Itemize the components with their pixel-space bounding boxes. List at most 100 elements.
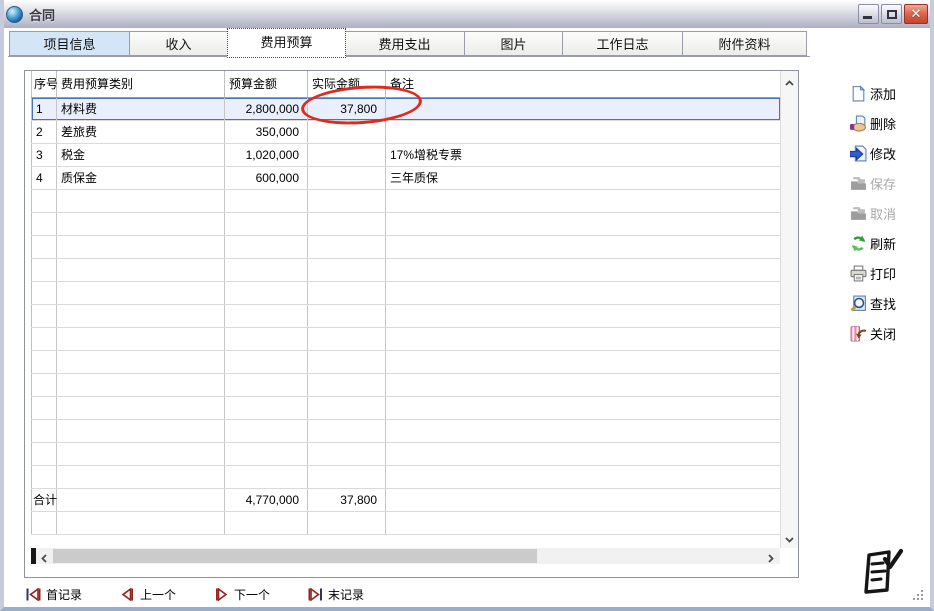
cell-budget[interactable] xyxy=(225,350,308,373)
table-row-empty[interactable] xyxy=(32,281,781,304)
tab-income[interactable]: 收入 xyxy=(130,31,228,56)
table-row-empty[interactable] xyxy=(32,373,781,396)
refresh-button[interactable]: 刷新 xyxy=(850,234,896,252)
cell-actual[interactable] xyxy=(308,120,386,143)
cell-category[interactable] xyxy=(57,511,225,534)
cell-remark[interactable] xyxy=(386,350,781,373)
table-row-empty[interactable] xyxy=(32,350,781,373)
table-row-empty[interactable] xyxy=(32,465,781,488)
cell-actual[interactable] xyxy=(308,143,386,166)
cell-remark[interactable] xyxy=(386,465,781,488)
cell-remark[interactable] xyxy=(386,327,781,350)
cell-no[interactable]: 3 xyxy=(32,143,57,166)
scroll-left-icon[interactable] xyxy=(39,551,50,562)
cell-budget[interactable] xyxy=(225,212,308,235)
cell-no[interactable] xyxy=(32,281,57,304)
table-row-3[interactable]: 3税金1,020,00017%增税专票 xyxy=(32,143,781,166)
tab-work-log[interactable]: 工作日志 xyxy=(563,31,683,56)
cell-category[interactable] xyxy=(57,327,225,350)
cell-category[interactable] xyxy=(57,442,225,465)
cell-remark[interactable] xyxy=(386,97,781,120)
tab-attachments[interactable]: 附件资料 xyxy=(683,31,807,56)
cell-category[interactable] xyxy=(57,281,225,304)
table-row-empty[interactable] xyxy=(32,511,781,534)
cell-category[interactable] xyxy=(57,373,225,396)
cell-no[interactable] xyxy=(32,189,57,212)
cell-no[interactable] xyxy=(32,511,57,534)
vertical-scrollbar[interactable] xyxy=(780,71,798,548)
cell-no[interactable] xyxy=(32,235,57,258)
cell-remark[interactable] xyxy=(386,419,781,442)
cell-remark[interactable] xyxy=(386,373,781,396)
cell-no[interactable] xyxy=(32,373,57,396)
cell-category[interactable]: 材料费 xyxy=(57,97,225,120)
cell-actual[interactable] xyxy=(308,350,386,373)
close-button[interactable]: 关闭 xyxy=(850,324,896,342)
cell-remark[interactable] xyxy=(386,281,781,304)
cell-budget[interactable] xyxy=(225,258,308,281)
cell-actual[interactable] xyxy=(308,189,386,212)
table-row-empty[interactable] xyxy=(32,442,781,465)
cell-actual[interactable] xyxy=(308,281,386,304)
cell-budget[interactable] xyxy=(225,304,308,327)
cell-no[interactable]: 1 xyxy=(32,97,57,120)
cell-no[interactable] xyxy=(32,327,57,350)
cell-actual[interactable] xyxy=(308,166,386,189)
delete-button[interactable]: 删除 xyxy=(850,114,896,132)
cell-no[interactable] xyxy=(32,465,57,488)
cell-budget[interactable]: 1,020,000 xyxy=(225,143,308,166)
first-record-button[interactable]: 首记录 xyxy=(26,586,82,603)
cell-budget[interactable] xyxy=(225,235,308,258)
cell-actual[interactable] xyxy=(308,235,386,258)
cell-no[interactable] xyxy=(32,419,57,442)
cell-budget[interactable] xyxy=(225,373,308,396)
table-row-4[interactable]: 4质保金600,000三年质保 xyxy=(32,166,781,189)
cell-no[interactable] xyxy=(32,258,57,281)
scroll-up-icon[interactable] xyxy=(784,76,795,87)
cell-actual[interactable]: 37,800 xyxy=(308,97,386,120)
cell-no[interactable] xyxy=(32,350,57,373)
cell-budget[interactable] xyxy=(225,189,308,212)
table-row-empty[interactable] xyxy=(32,258,781,281)
next-record-button[interactable]: 下一个 xyxy=(214,586,270,603)
cell-category[interactable] xyxy=(57,396,225,419)
cell-budget[interactable]: 2,800,000 xyxy=(225,97,308,120)
cell-remark[interactable] xyxy=(386,189,781,212)
cell-no[interactable] xyxy=(32,304,57,327)
cell-no[interactable] xyxy=(32,396,57,419)
table-row-2[interactable]: 2差旅费350,000 xyxy=(32,120,781,143)
table-row-empty[interactable] xyxy=(32,212,781,235)
cell-category[interactable] xyxy=(57,235,225,258)
maximize-button[interactable] xyxy=(881,4,902,24)
cell-remark[interactable] xyxy=(386,212,781,235)
cell-category[interactable] xyxy=(57,350,225,373)
cell-actual[interactable] xyxy=(308,465,386,488)
cell-budget[interactable] xyxy=(225,281,308,304)
table-row-empty[interactable] xyxy=(32,396,781,419)
cell-category[interactable]: 税金 xyxy=(57,143,225,166)
cell-budget[interactable] xyxy=(225,396,308,419)
horizontal-scrollbar[interactable] xyxy=(31,548,780,564)
cell-remark[interactable] xyxy=(386,258,781,281)
modify-button[interactable]: 修改 xyxy=(850,144,896,162)
cell-category[interactable] xyxy=(57,304,225,327)
cell-remark[interactable] xyxy=(386,396,781,419)
table-row-empty[interactable] xyxy=(32,235,781,258)
cell-no[interactable]: 4 xyxy=(32,166,57,189)
scroll-down-icon[interactable] xyxy=(784,532,795,543)
last-record-button[interactable]: 末记录 xyxy=(308,586,364,603)
cell-category[interactable]: 质保金 xyxy=(57,166,225,189)
cell-budget[interactable]: 350,000 xyxy=(225,120,308,143)
cell-actual[interactable] xyxy=(308,419,386,442)
table-row-empty[interactable] xyxy=(32,419,781,442)
scroll-right-icon[interactable] xyxy=(765,551,776,562)
tab-expense-spending[interactable]: 费用支出 xyxy=(345,31,465,56)
cell-actual[interactable] xyxy=(308,258,386,281)
cell-remark[interactable] xyxy=(386,120,781,143)
minimize-button[interactable] xyxy=(858,4,879,24)
tab-expense-budget[interactable]: 费用预算 xyxy=(227,28,346,58)
cell-actual[interactable] xyxy=(308,373,386,396)
cell-budget[interactable] xyxy=(225,465,308,488)
cell-category[interactable] xyxy=(57,189,225,212)
cell-actual[interactable] xyxy=(308,442,386,465)
